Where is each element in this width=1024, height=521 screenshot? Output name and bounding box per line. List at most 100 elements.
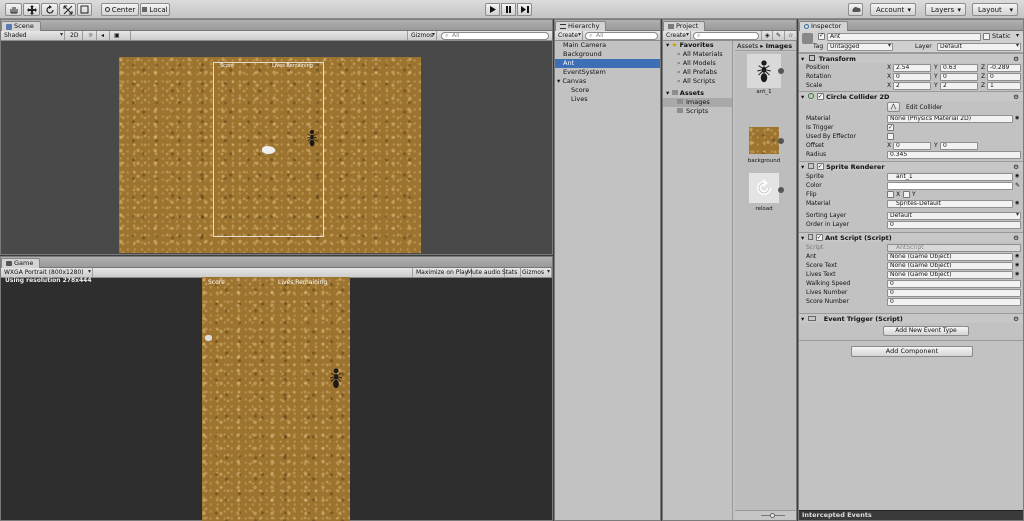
mode-2d-toggle[interactable]: 2D xyxy=(67,31,83,40)
play-button[interactable] xyxy=(485,3,500,16)
object-picker-icon[interactable]: ◉ xyxy=(1015,114,1019,123)
expand-sprite-icon[interactable] xyxy=(778,187,784,193)
scale-tool-button[interactable] xyxy=(59,3,76,16)
ant-sprite[interactable] xyxy=(307,129,317,147)
tag-dropdown[interactable]: Untagged xyxy=(827,42,893,51)
step-button[interactable] xyxy=(517,3,532,16)
asset-background[interactable]: background xyxy=(747,124,784,168)
shading-mode-dropdown[interactable]: Shaded xyxy=(1,30,65,40)
pivot-center-toggle[interactable]: Center xyxy=(101,3,139,16)
hierarchy-item[interactable]: ▾ Canvas xyxy=(555,77,660,86)
scene-gizmos-dropdown[interactable]: Gizmos xyxy=(407,30,437,40)
order-in-layer-field[interactable]: 0 xyxy=(887,220,1021,229)
scale-y-field[interactable]: 2 xyxy=(940,81,978,90)
lives-text-field[interactable]: None (Game Object) xyxy=(887,270,1013,279)
project-search-input[interactable]: ⌕ xyxy=(693,32,759,40)
active-checkbox[interactable] xyxy=(818,32,825,40)
folder-item[interactable]: Images xyxy=(663,98,732,107)
hierarchy-item[interactable]: Score xyxy=(555,86,660,95)
aspect-dropdown[interactable]: WXGA Portrait (800x1280) xyxy=(1,267,93,277)
tab-game[interactable]: Game xyxy=(1,258,41,268)
rotation-y-field[interactable]: 0 xyxy=(940,72,978,81)
search-by-type-button[interactable]: ◈ xyxy=(761,31,773,40)
edit-collider-button[interactable]: ⋀ xyxy=(887,102,900,112)
layers-dropdown[interactable]: Layers ▾ xyxy=(925,3,966,16)
sprite-material-field[interactable]: Sprites-Default xyxy=(887,199,1013,208)
color-swatch[interactable] xyxy=(887,181,1013,190)
assets-header[interactable]: ▾ Assets xyxy=(666,89,732,98)
expand-sprite-icon[interactable] xyxy=(778,68,784,74)
is-trigger-checkbox[interactable] xyxy=(887,123,894,132)
gameobject-icon[interactable] xyxy=(802,33,813,44)
hierarchy-item[interactable]: Main Camera xyxy=(555,41,660,50)
rotation-x-field[interactable]: 0 xyxy=(893,72,931,81)
lives-number-field[interactable]: 0 xyxy=(887,288,1021,297)
hierarchy-search-input[interactable]: ⌕ All xyxy=(585,32,658,40)
hierarchy-item[interactable]: Ant xyxy=(555,59,660,68)
circle-collider-header[interactable]: ▾ Circle Collider 2D ⚙ xyxy=(799,91,1023,102)
offset-x-field[interactable]: 0 xyxy=(893,141,931,150)
gear-icon[interactable]: ⚙ xyxy=(1013,162,1019,172)
position-x-field[interactable]: 2.54 xyxy=(893,63,931,72)
favorite-button[interactable]: ☆ xyxy=(785,31,797,40)
scene-search-input[interactable]: ⌕ All xyxy=(441,32,549,40)
static-checkbox[interactable] xyxy=(983,33,990,40)
game-ant-sprite[interactable] xyxy=(330,366,342,390)
walking-speed-field[interactable]: 0 xyxy=(887,279,1021,288)
gear-icon[interactable]: ⚙ xyxy=(1013,92,1019,102)
sprite-renderer-enabled-checkbox[interactable] xyxy=(816,162,824,172)
account-dropdown[interactable]: Account ▾ xyxy=(870,3,916,16)
favorites-item[interactable]: ⌕ All Models xyxy=(663,59,732,68)
hand-tool-button[interactable] xyxy=(5,3,22,16)
sprite-renderer-header[interactable]: ▾ Sprite Renderer ⚙ xyxy=(799,161,1023,172)
search-by-label-button[interactable]: ✎ xyxy=(773,31,785,40)
stats-toggle[interactable]: Stats xyxy=(499,268,522,277)
intercepted-events-bar[interactable]: Intercepted Events xyxy=(799,510,1023,520)
layout-dropdown[interactable]: Layout ▾ xyxy=(972,3,1018,16)
expand-sprite-icon[interactable] xyxy=(778,138,784,144)
scene-lives-text[interactable]: Lives Remaining xyxy=(272,63,313,69)
score-number-field[interactable]: 0 xyxy=(887,297,1021,306)
asset-reload[interactable]: reload xyxy=(747,173,784,217)
breadcrumb-images[interactable]: Images xyxy=(766,42,793,50)
sorting-layer-dropdown[interactable]: Default xyxy=(887,211,1021,220)
asset-ant-1[interactable]: ant_1 xyxy=(747,54,784,98)
static-dropdown-icon[interactable]: ▾ xyxy=(1016,32,1019,39)
game-viewport[interactable]: Score Lives Remaining xyxy=(202,277,350,521)
add-new-event-type-button[interactable]: Add New Event Type xyxy=(883,326,969,336)
reload-sprite[interactable] xyxy=(262,146,275,154)
position-y-field[interactable]: 0.63 xyxy=(940,63,978,72)
scale-x-field[interactable]: 2 xyxy=(893,81,931,90)
object-picker-icon[interactable]: ◉ xyxy=(1015,270,1019,279)
ant-script-header[interactable]: ▾ Ant Script (Script) ⚙ xyxy=(799,232,1023,243)
ant-ref-field[interactable]: None (Game Object) xyxy=(887,252,1013,261)
object-picker-icon[interactable]: ◉ xyxy=(1015,252,1019,261)
used-by-effector-checkbox[interactable] xyxy=(887,133,894,140)
game-reload-sprite[interactable] xyxy=(205,335,212,341)
gear-icon[interactable]: ⚙ xyxy=(1013,233,1019,243)
scene-score-text[interactable]: Score xyxy=(220,63,234,69)
breadcrumb-assets[interactable]: Assets xyxy=(737,42,758,50)
eyedropper-icon[interactable]: ✎ xyxy=(1015,181,1020,190)
game-gizmos-dropdown[interactable]: Gizmos xyxy=(519,267,552,277)
rect-tool-button[interactable] xyxy=(77,3,92,16)
position-z-field[interactable]: -0.289 xyxy=(987,63,1021,72)
event-trigger-header[interactable]: ▾ Event Trigger (Script) ⚙ xyxy=(799,313,1023,323)
gear-icon[interactable]: ⚙ xyxy=(1013,314,1019,324)
favorites-header[interactable]: ▾ ★ Favorites xyxy=(666,41,732,50)
project-create-dropdown[interactable]: Create xyxy=(663,30,691,40)
hierarchy-create-dropdown[interactable]: Create xyxy=(555,30,583,40)
radius-field[interactable]: 0.345 xyxy=(887,150,1021,159)
favorites-item[interactable]: ⌕ All Prefabs xyxy=(663,68,732,77)
move-tool-button[interactable] xyxy=(23,3,40,16)
audio-toggle[interactable]: ◂ xyxy=(98,31,110,40)
hierarchy-item[interactable]: Background xyxy=(555,50,660,59)
scale-z-field[interactable]: 1 xyxy=(987,81,1021,90)
layer-dropdown[interactable]: Default xyxy=(937,42,1021,51)
favorites-item[interactable]: ⌕ All Scripts xyxy=(663,77,732,86)
offset-y-field[interactable]: 0 xyxy=(940,141,978,150)
object-picker-icon[interactable]: ◉ xyxy=(1015,172,1019,181)
folder-item[interactable]: Scripts xyxy=(663,107,732,116)
cloud-button[interactable] xyxy=(848,3,863,16)
lighting-toggle[interactable]: ☼ xyxy=(85,31,97,40)
